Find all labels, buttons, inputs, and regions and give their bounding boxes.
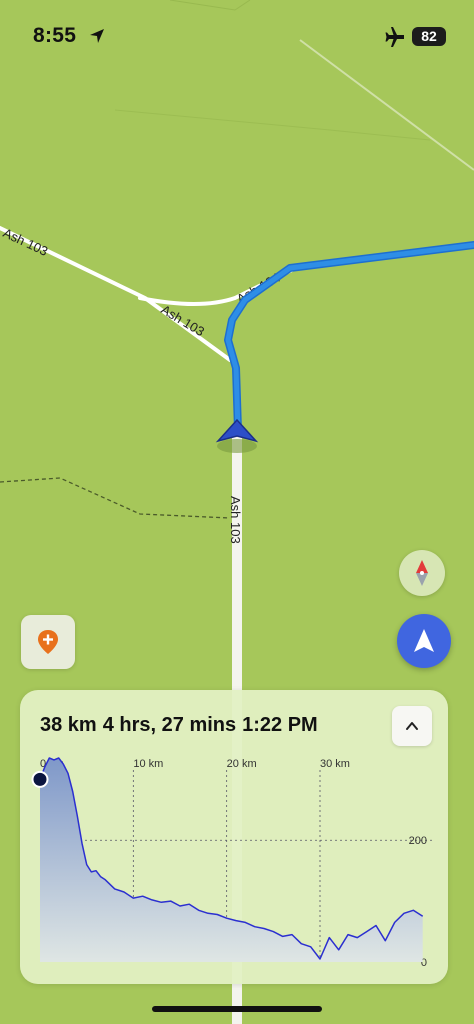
chevron-up-icon bbox=[406, 722, 418, 730]
x-tick-label: 30 km bbox=[320, 758, 350, 770]
route-distance: 38 km bbox=[40, 714, 97, 736]
home-indicator[interactable] bbox=[152, 1006, 322, 1012]
collapse-panel-button[interactable] bbox=[392, 706, 432, 746]
route-duration: 4 hrs, 27 mins bbox=[102, 714, 237, 736]
x-axis-ticks: 0 km10 km20 km30 km bbox=[40, 758, 350, 770]
location-arrow-icon bbox=[90, 29, 104, 43]
route-panel: 38 km4 hrs, 27 mins1:22 PM 0 km10 km20 k… bbox=[20, 690, 448, 984]
position-marker-shadow bbox=[217, 439, 257, 453]
current-position-marker bbox=[31, 770, 49, 788]
airplane-icon bbox=[385, 27, 404, 47]
route-summary: 38 km 4 hrs, 27 mins 1:22 PM bbox=[40, 714, 324, 737]
y-tick-label: 200 bbox=[409, 835, 427, 847]
status-time: 8:55 bbox=[33, 24, 77, 47]
navigation-arrow-icon bbox=[414, 629, 434, 652]
status-bar: 8:55 82 bbox=[0, 0, 474, 70]
road-label: Ash 103 bbox=[228, 496, 243, 544]
elevation-chart[interactable]: 0 km10 km20 km30 km 2000 bbox=[20, 750, 448, 980]
compass-icon bbox=[416, 560, 428, 586]
route-arrival-time: 1:22 PM bbox=[242, 714, 318, 736]
compass-button[interactable] bbox=[399, 550, 445, 596]
elevation-area bbox=[40, 758, 423, 962]
x-tick-label: 20 km bbox=[227, 758, 257, 770]
locate-button[interactable] bbox=[397, 614, 451, 668]
add-place-icon bbox=[38, 630, 58, 654]
battery-icon: 82 bbox=[412, 27, 446, 46]
x-tick-label: 10 km bbox=[133, 758, 163, 770]
add-place-button[interactable] bbox=[21, 615, 75, 669]
